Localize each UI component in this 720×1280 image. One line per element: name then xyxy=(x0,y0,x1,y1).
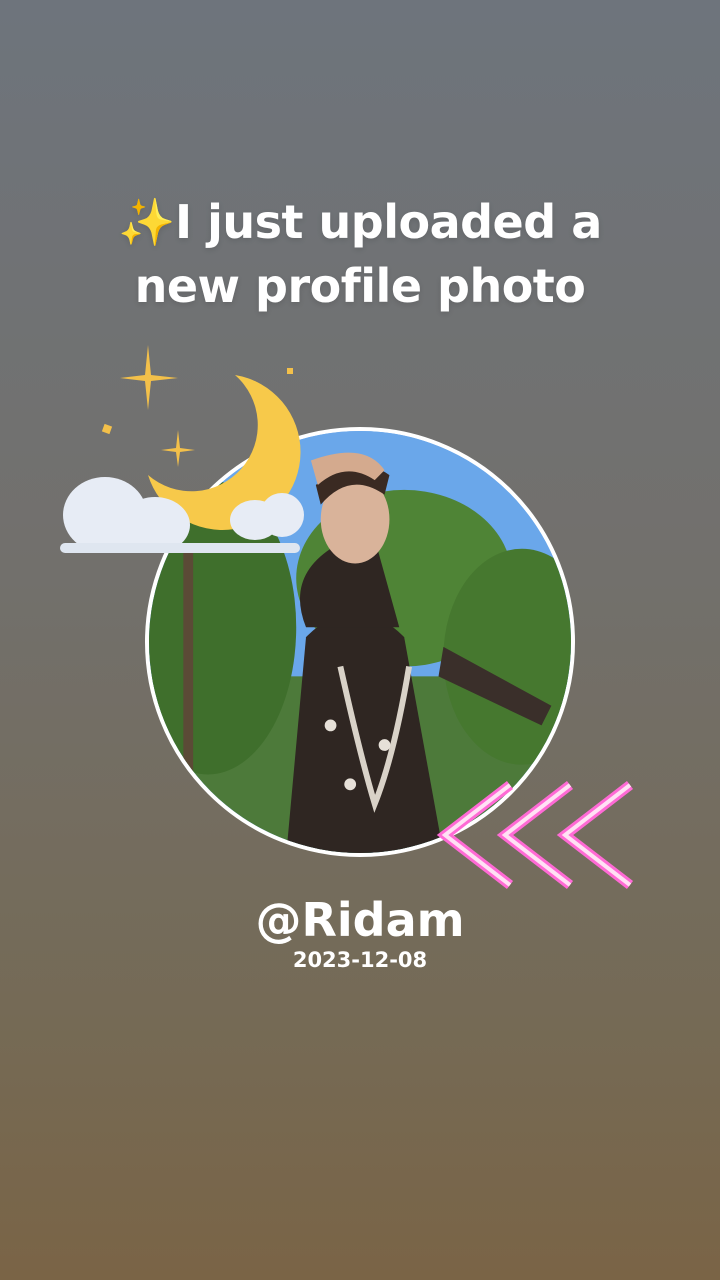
post-date: 2023-12-08 xyxy=(292,948,428,972)
username-handle: @Ridam xyxy=(255,893,465,947)
crescent-moon-with-clouds-icon xyxy=(60,345,304,553)
sparkles-icon: ✨ xyxy=(118,195,176,249)
post-headline: ✨I just uploaded a new profile photo xyxy=(60,190,660,318)
headline-text: I just uploaded a new profile photo xyxy=(134,195,603,313)
neon-chevron-arrows-icon xyxy=(436,781,634,889)
